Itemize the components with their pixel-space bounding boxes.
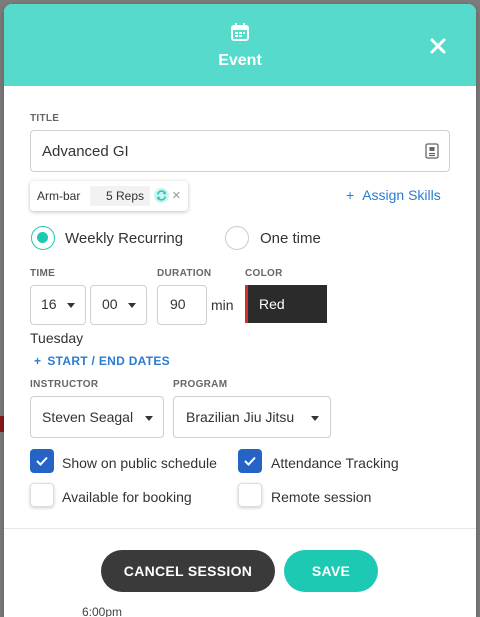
available-booking-label: Available for booking	[62, 489, 192, 505]
modal-title: Event	[218, 52, 262, 69]
calendar-icon	[231, 23, 249, 41]
check-icon	[36, 456, 48, 466]
remote-session-checkbox[interactable]	[238, 483, 262, 507]
day-text: Tuesday	[30, 330, 84, 346]
chevron-down-icon	[311, 416, 319, 421]
title-input-value: Advanced GI	[42, 143, 129, 160]
duration-unit: min	[211, 297, 234, 313]
weekly-recurring-label: Weekly Recurring	[65, 230, 184, 247]
color-select[interactable]: Red	[245, 285, 327, 323]
available-booking-checkbox[interactable]	[30, 483, 54, 507]
attendance-tracking-label: Attendance Tracking	[271, 455, 399, 471]
duration-input[interactable]: 90	[157, 285, 207, 325]
color-label: COLOR	[245, 268, 283, 279]
time-minute-select[interactable]: 00	[90, 285, 147, 325]
save-button[interactable]: SAVE	[284, 550, 378, 592]
public-schedule-checkbox[interactable]	[30, 449, 54, 473]
time-hour-select[interactable]: 16	[30, 285, 86, 325]
modal-header: Event	[4, 4, 476, 86]
remote-session-label: Remote session	[271, 489, 372, 505]
chevron-down-icon	[145, 416, 153, 421]
plus-icon: +	[346, 187, 355, 203]
program-label: PROGRAM	[173, 379, 228, 390]
skill-chip: Arm-bar 5 Reps ×	[30, 181, 188, 211]
assign-skills-link[interactable]: + Assign Skills	[346, 187, 441, 203]
instructor-label: INSTRUCTOR	[30, 379, 99, 390]
title-label: TITLE	[30, 113, 60, 124]
plus-icon: +	[34, 354, 42, 368]
event-modal: Event TITLE Advanced GI Arm-bar 5 Reps ×…	[4, 4, 476, 617]
skill-chip-name: Arm-bar	[37, 189, 81, 203]
skill-chip-reps[interactable]: 5 Reps	[90, 186, 150, 206]
public-schedule-label: Show on public schedule	[62, 455, 217, 471]
check-icon	[244, 456, 256, 466]
one-time-label: One time	[260, 230, 321, 247]
note-icon[interactable]	[425, 143, 439, 159]
weekly-recurring-radio[interactable]	[31, 226, 55, 250]
attendance-tracking-checkbox[interactable]	[238, 449, 262, 473]
chevron-down-icon	[67, 303, 75, 308]
time-label: TIME	[30, 268, 56, 279]
cancel-session-button[interactable]: CANCEL SESSION	[101, 550, 275, 592]
one-time-radio[interactable]	[225, 226, 249, 250]
instructor-select[interactable]: Steven Seagal	[30, 396, 164, 438]
close-icon[interactable]	[428, 36, 448, 56]
chevron-down-icon	[128, 303, 136, 308]
remove-skill-icon[interactable]: ×	[172, 187, 181, 204]
start-end-dates-link[interactable]: + START / END DATES	[34, 354, 170, 368]
background-time-text: 6:00pm	[82, 605, 123, 617]
program-select[interactable]: Brazilian Jiu Jitsu	[173, 396, 331, 438]
duration-label: DURATION	[157, 268, 212, 279]
sync-icon[interactable]	[154, 188, 169, 203]
title-input[interactable]: Advanced GI	[30, 130, 450, 172]
footer-divider	[4, 528, 476, 529]
